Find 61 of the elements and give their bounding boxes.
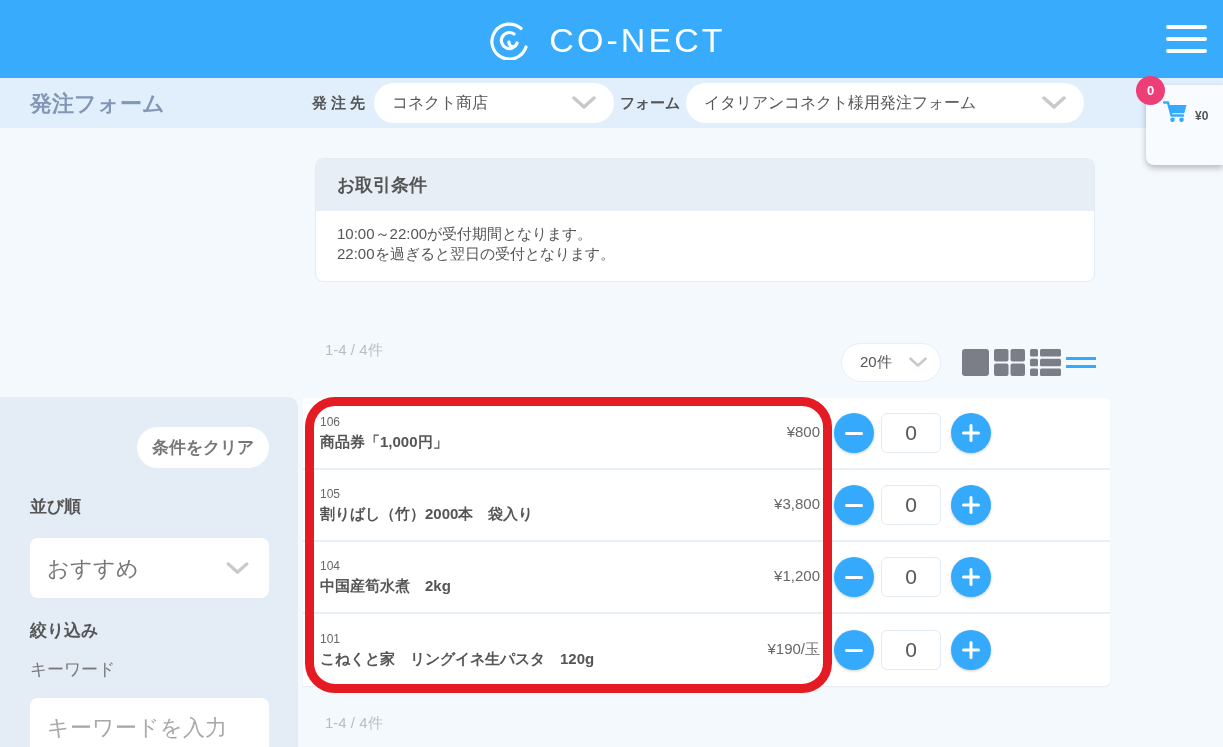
plus-icon [962,424,980,442]
decrease-button[interactable] [834,485,874,525]
terms-title: お取引条件 [337,173,427,197]
increase-button[interactable] [951,413,991,453]
product-name: 中国産筍水煮 2kg [320,575,451,596]
plus-icon [962,568,980,586]
product-name: 商品券「1,000円」 [320,431,448,452]
result-count: 1-4 / 4件 [325,341,383,359]
logo-icon [489,20,530,60]
product-price: ¥190/玉 [767,638,820,659]
result-count: 1-4 / 4件 [325,714,383,732]
supplier-label: 発 注 先 [312,92,366,113]
product-price: ¥1,200 [774,565,820,586]
product-name: 割りばし（竹）2000本 袋入り [320,503,534,524]
plus-icon [962,496,980,514]
product-price: ¥800 [786,421,820,442]
decrease-button[interactable] [834,557,874,597]
chevron-down-icon [226,561,249,575]
list-view-icon[interactable] [1030,349,1061,376]
menu-icon[interactable] [1166,25,1207,53]
increase-button[interactable] [951,630,991,670]
lines-view-icon[interactable] [1066,357,1096,368]
plus-icon [962,641,980,659]
product-code: 106 [320,414,341,429]
minus-icon [845,648,863,652]
chevron-down-icon [572,96,597,110]
sort-label: 並び順 [30,496,81,518]
terms-text: 22:00を過ぎると翌日の受付となります。 [337,244,615,264]
minus-icon [845,503,863,507]
quantity-input[interactable]: 0 [881,557,941,597]
quantity-input[interactable]: 0 [881,630,941,670]
chevron-down-icon [909,357,927,368]
increase-button[interactable] [951,485,991,525]
form-select[interactable]: イタリアンコネクト様用発注フォーム [686,83,1085,123]
decrease-button[interactable] [834,413,874,453]
quantity-input[interactable]: 0 [881,485,941,525]
minus-icon [845,575,863,579]
product-code: 104 [320,558,341,573]
keyword-input[interactable]: キーワードを入力 [30,698,269,747]
product-code: 105 [320,486,341,501]
page-title: 発注フォーム [30,90,165,116]
decrease-button[interactable] [834,630,874,670]
product-name: こねくと家 リングイネ生パスタ 120g [320,648,595,669]
per-page-select[interactable]: 20件 [841,343,941,382]
chevron-down-icon [1042,96,1067,110]
increase-button[interactable] [951,557,991,597]
supplier-select[interactable]: コネクト商店 [374,83,615,123]
quantity-input[interactable]: 0 [881,413,941,453]
cart-total: ¥0 [1195,108,1209,125]
keyword-label: キーワード [30,659,115,681]
logo-text: CO-NECT [549,20,726,60]
grid-view-icon[interactable] [994,349,1025,376]
product-price: ¥3,800 [774,493,820,514]
cart-icon [1163,100,1187,123]
filter-heading: 絞り込み [30,620,98,642]
clear-filters-button[interactable]: 条件をクリア [137,427,269,468]
minus-icon [845,431,863,435]
sort-select[interactable]: おすすめ [30,538,269,598]
product-code: 101 [320,631,341,646]
form-label: フォーム [620,92,681,113]
terms-text: 10:00～22:00が受付期間となります。 [337,224,593,244]
